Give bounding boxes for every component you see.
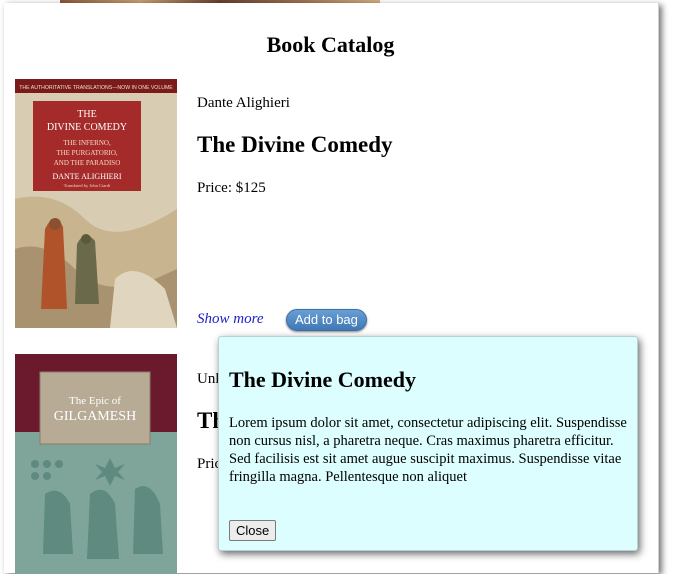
cover-banner: THE AUTHORITATIVE TRANSLATIONS—NOW IN ON…	[19, 85, 173, 91]
cover-line1: THE	[77, 109, 96, 120]
cover-sub2: THE PURGATORIO,	[56, 149, 118, 157]
cover-translator: Translated by John Ciardi	[64, 183, 111, 188]
modal-description: Lorem ipsum dolor sit amet, consectetur …	[229, 415, 627, 485]
show-more-link[interactable]: Show more	[197, 311, 264, 328]
book-price: Price: $125	[197, 180, 266, 196]
cover2-line2: GILGAMESH	[54, 409, 136, 424]
book-cover-divine-comedy: THE AUTHORITATIVE TRANSLATIONS—NOW IN ON…	[15, 79, 177, 328]
cover2-line1: The Epic of	[69, 395, 121, 407]
book-details-modal: The Divine Comedy Lorem ipsum dolor sit …	[218, 336, 638, 551]
cover-sub3: AND THE PARADISO	[54, 159, 121, 167]
book-author: Dante Alighieri	[197, 95, 290, 111]
modal-title: The Divine Comedy	[229, 367, 416, 392]
book-cover-gilgamesh: The Epic of GILGAMESH	[15, 354, 177, 574]
page-title: Book Catalog	[266, 32, 395, 57]
book-title: The Divine Comedy	[197, 132, 393, 157]
close-button[interactable]: Close	[229, 520, 277, 541]
cover-author: DANTE ALIGHIERI	[52, 172, 121, 181]
add-to-bag-button[interactable]: Add to bag	[286, 309, 367, 331]
cover-sub1: THE INFERNO,	[63, 139, 111, 147]
cover-line2: DIVINE COMEDY	[47, 122, 127, 133]
